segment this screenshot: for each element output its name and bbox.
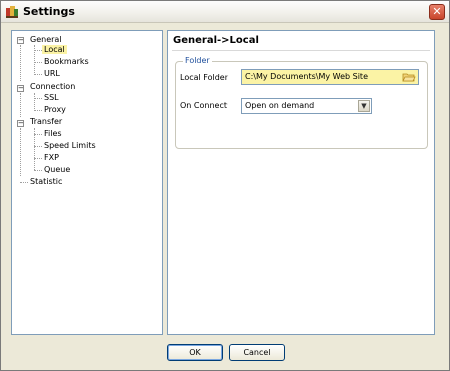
on-connect-value: Open on demand	[245, 101, 315, 110]
close-button[interactable]: ✕	[429, 4, 445, 20]
tree-item-files[interactable]: Files	[42, 129, 64, 139]
window-title: Settings	[23, 5, 75, 18]
tree-item-url[interactable]: URL	[42, 69, 62, 79]
chevron-down-icon[interactable]: ▼	[358, 100, 370, 112]
general-expander-icon[interactable]: −	[17, 37, 24, 44]
browse-folder-icon[interactable]	[402, 71, 416, 83]
tree-item-speed-limits[interactable]: Speed Limits	[42, 141, 98, 151]
tree-item-connection[interactable]: Connection	[28, 82, 77, 92]
settings-content-panel: General->Local Folder Local Folder · C:\…	[167, 30, 435, 335]
transfer-expander-icon[interactable]: −	[17, 120, 24, 127]
local-folder-field[interactable]: C:\My Documents\My Web Site	[241, 69, 419, 85]
settings-tree: − General Local Bookmarks URL − Connecti…	[11, 30, 163, 335]
settings-app-icon	[6, 6, 18, 18]
tree-item-proxy[interactable]: Proxy	[42, 105, 68, 115]
settings-window: Settings ✕ − General Local Bookmarks URL…	[0, 0, 450, 371]
connection-expander-icon[interactable]: −	[17, 85, 24, 92]
tree-item-ssl[interactable]: SSL	[42, 93, 61, 103]
local-folder-marker: ·	[226, 72, 229, 81]
cancel-button[interactable]: Cancel	[229, 344, 285, 361]
local-folder-label: Local Folder	[180, 73, 228, 82]
tree-item-transfer[interactable]: Transfer	[28, 117, 64, 127]
title-divider	[172, 50, 430, 51]
on-connect-label: On Connect	[180, 101, 227, 110]
tree-item-statistic[interactable]: Statistic	[28, 177, 64, 187]
tree-item-queue[interactable]: Queue	[42, 165, 72, 175]
folder-group-label: Folder	[183, 56, 212, 65]
title-bar: Settings ✕	[1, 1, 449, 23]
tree-item-fxp[interactable]: FXP	[42, 153, 61, 163]
tree-item-general[interactable]: General	[28, 35, 64, 45]
tree-item-bookmarks[interactable]: Bookmarks	[42, 57, 91, 67]
on-connect-marker: ·	[226, 100, 229, 109]
tree-item-local[interactable]: Local	[42, 45, 67, 55]
page-title: General->Local	[173, 35, 259, 46]
local-folder-value: C:\My Documents\My Web Site	[245, 72, 368, 81]
on-connect-dropdown[interactable]: Open on demand ▼	[241, 98, 372, 114]
ok-button[interactable]: OK	[167, 344, 223, 361]
